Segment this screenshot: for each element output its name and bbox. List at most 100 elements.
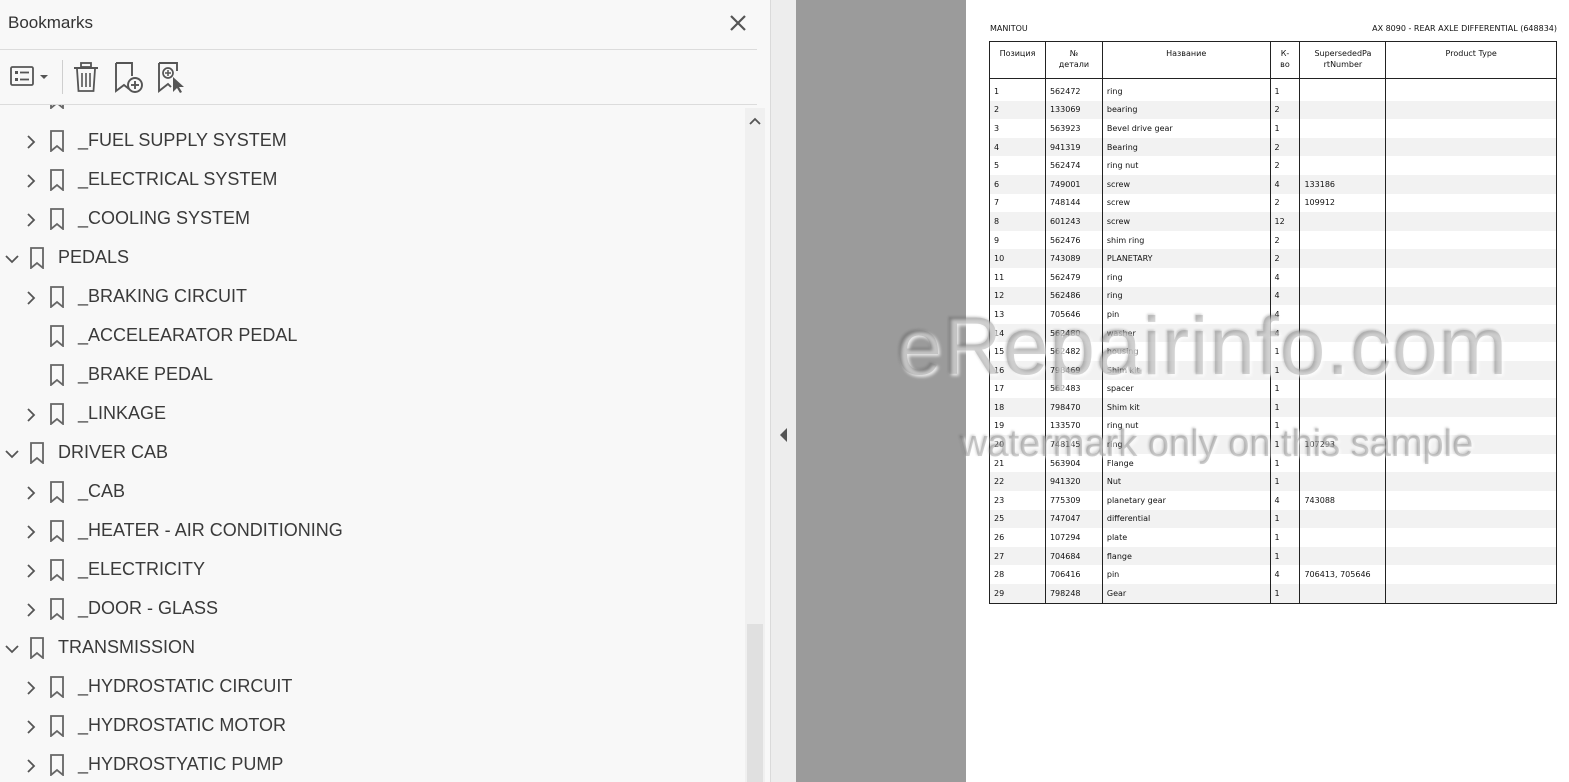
table-row: 7 748144 screw 2 109912 (989, 193, 1557, 213)
chevron-down-icon[interactable] (5, 641, 19, 655)
table-row: 23 775309 planetary gear 4 743088 (989, 491, 1557, 510)
bookmark-row[interactable]: _LINKAGE (0, 395, 745, 434)
find-current-bookmark-button[interactable] (155, 59, 189, 95)
scroll-thumb[interactable] (747, 624, 763, 782)
chevron-right-icon[interactable] (25, 212, 37, 227)
bookmark-label: _BRAKING CIRCUIT (78, 286, 248, 306)
bookmark-row[interactable]: _HYDROSTATIC CIRCUIT (0, 668, 745, 707)
bookmark-tree: _FUEL SUPPLY SYSTEM _ELECTRICAL SYSTEM _CO… (0, 105, 745, 782)
bookmark-row[interactable]: _HYDROSTYATIC PUMP (0, 746, 745, 782)
table-cell (1299, 230, 1387, 250)
bookmark-row[interactable]: _HYDROSTATIC MOTOR (0, 707, 745, 746)
table-row: 2 133069 bearing 2 (989, 100, 1557, 120)
chevron-right-icon[interactable] (25, 719, 37, 734)
bookmark-row[interactable]: PEDALS (0, 239, 745, 278)
bookmark-row[interactable]: _BRAKING CIRCUIT (0, 278, 745, 317)
column-header-text: Product Type (1445, 49, 1497, 58)
bookmark-icon (49, 364, 65, 387)
table-cell (1299, 137, 1387, 157)
table-row: 6 749001 screw 4 133186 (989, 174, 1557, 194)
table-cell: differential (1101, 509, 1271, 529)
bookmark-label: _FUEL SUPPLY SYSTEM (78, 130, 287, 150)
bookmark-row[interactable]: _ACCELEARATOR PEDAL (0, 317, 745, 356)
toolbar-separator (62, 60, 63, 94)
table-cell (1385, 491, 1557, 510)
table-cell: 25 (989, 509, 1046, 529)
table-cell: 601243 (1044, 212, 1103, 231)
bookmark-icon (49, 169, 65, 192)
close-icon (730, 15, 746, 31)
bookmark-row[interactable]: _FUEL SUPPLY SYSTEM (0, 122, 745, 161)
bookmark-label: _HYDROSTYATIC PUMP (78, 754, 284, 774)
bookmark-label: DRIVER CAB (58, 442, 169, 462)
panel-title: Bookmarks (8, 13, 94, 32)
bookmark-row[interactable]: _CAB (0, 473, 745, 512)
chevron-right-icon[interactable] (25, 290, 37, 305)
bookmark-icon (49, 208, 65, 231)
chevron-right-icon[interactable] (25, 485, 37, 500)
bookmark-row[interactable]: DRIVER CAB (0, 434, 745, 473)
chevron-right-icon[interactable] (25, 134, 37, 149)
table-cell: 2 (1269, 156, 1301, 175)
chevron-right-icon[interactable] (25, 602, 37, 617)
options-menu-button[interactable] (8, 59, 52, 95)
bookmark-row[interactable]: _COOLING SYSTEM (0, 200, 745, 239)
table-cell: 562474 (1044, 156, 1103, 175)
table-cell (1299, 249, 1387, 268)
chevron-right-icon[interactable] (25, 524, 37, 539)
bookmark-row[interactable]: TRANSMISSION (0, 629, 745, 668)
chevron-down-icon[interactable] (5, 251, 19, 265)
column-header: Название (1101, 41, 1271, 79)
column-header-text: К- (1280, 49, 1290, 58)
bookmark-row[interactable]: _BRAKE PEDAL (0, 356, 745, 395)
bookmark-row[interactable]: _HEATER - AIR CONDITIONING (0, 512, 745, 551)
table-cell: 23 (989, 491, 1046, 510)
table-cell: ring nut (1101, 156, 1271, 175)
table-cell: shim ring (1101, 230, 1271, 250)
scroll-up-button[interactable] (745, 108, 765, 134)
table-cell: 941319 (1044, 137, 1103, 157)
bookmark-label: _LINKAGE (78, 403, 167, 423)
table-cell (1385, 509, 1557, 529)
table-cell: bearing (1101, 100, 1271, 120)
table-cell: 22 (989, 472, 1046, 492)
bookmark-icon (49, 559, 65, 582)
new-bookmark-button[interactable] (112, 59, 146, 95)
table-row: 10 743089 PLANETARY 2 (989, 249, 1557, 268)
delete-bookmark-button[interactable] (70, 59, 102, 95)
table-row: 27 704684 flange 1 (989, 546, 1557, 566)
bookmark-icon (49, 715, 65, 738)
chevron-right-icon[interactable] (25, 563, 37, 578)
table-cell: 4 (1269, 267, 1301, 287)
column-header-text: во (1280, 60, 1290, 69)
table-cell: 706416 (1044, 565, 1103, 585)
table-cell: 133186 (1299, 174, 1387, 194)
close-panel-button[interactable] (724, 9, 752, 37)
panel-splitter[interactable] (770, 0, 797, 782)
table-row: 3 563923 Bevel drive gear 1 (989, 119, 1557, 138)
table-cell: 27 (989, 546, 1046, 566)
chevron-right-icon[interactable] (25, 758, 37, 773)
table-cell: 3 (989, 119, 1046, 138)
bookmark-label: _COOLING SYSTEM (78, 208, 251, 228)
table-cell: 12 (1269, 212, 1301, 231)
bookmark-label: _BRAKE PEDAL (78, 364, 214, 384)
table-cell: Bearing (1101, 137, 1271, 157)
bookmark-label: _DOOR - GLASS (78, 598, 219, 618)
chevron-right-icon[interactable] (25, 407, 37, 422)
table-cell: 4 (1269, 491, 1301, 510)
bookmark-row[interactable]: _ELECTRICAL SYSTEM (0, 161, 745, 200)
table-cell (1299, 528, 1387, 547)
bookmark-icon (49, 598, 65, 621)
chevron-down-icon[interactable] (5, 446, 19, 460)
chevron-right-icon[interactable] (25, 680, 37, 695)
bookmark-row[interactable]: _ELECTRICITY (0, 551, 745, 590)
table-cell: 109912 (1299, 193, 1387, 213)
tree-scrollbar[interactable] (745, 108, 765, 782)
column-header-text: rtNumber (1323, 60, 1363, 69)
bookmark-row[interactable]: _DOOR - GLASS (0, 590, 745, 629)
chevron-right-icon[interactable] (25, 173, 37, 188)
table-cell: Gear (1101, 584, 1271, 604)
column-header: Product Type (1385, 41, 1557, 79)
table-row: 9 562476 shim ring 2 (989, 230, 1557, 250)
